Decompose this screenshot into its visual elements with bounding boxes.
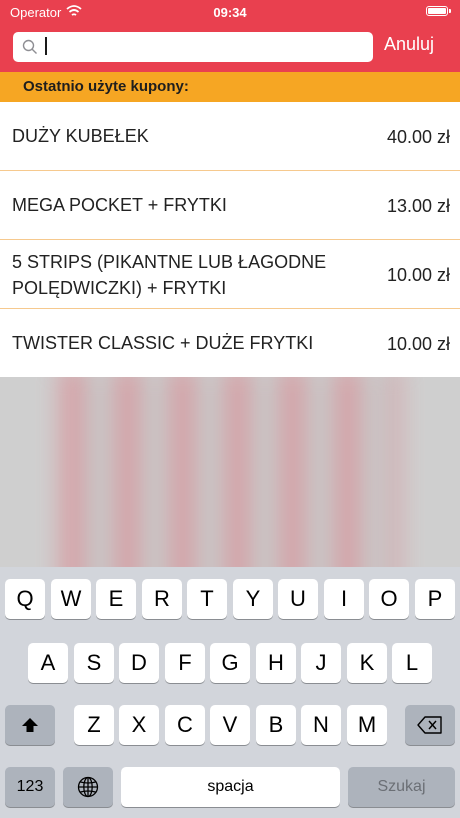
coupon-price: 40.00 zł: [386, 127, 450, 147]
key-n[interactable]: N: [301, 705, 341, 745]
key-a[interactable]: A: [28, 643, 68, 683]
recent-coupons-header: Ostatnio użyte kupony:: [0, 72, 460, 102]
popcorn-background-image: [0, 377, 460, 567]
coupon-name: MEGA POCKET + FRYTKI: [12, 195, 227, 215]
keyboard: Q W E R T Y U I O P A S D F G H J K L Z …: [0, 567, 460, 818]
key-r[interactable]: R: [142, 579, 182, 619]
coupon-price: 13.00 zł: [386, 196, 450, 216]
shift-key[interactable]: [5, 705, 55, 745]
key-k[interactable]: K: [347, 643, 387, 683]
key-o[interactable]: O: [369, 579, 409, 619]
cancel-button[interactable]: Anuluj: [384, 34, 434, 55]
key-c[interactable]: C: [165, 705, 205, 745]
key-w[interactable]: W: [51, 579, 91, 619]
key-q[interactable]: Q: [5, 579, 45, 619]
key-t[interactable]: T: [187, 579, 227, 619]
popcorn-stripes: [60, 377, 400, 567]
key-s[interactable]: S: [74, 643, 114, 683]
key-b[interactable]: B: [256, 705, 296, 745]
key-j[interactable]: J: [301, 643, 341, 683]
coupon-row[interactable]: 5 STRIPS (PIKANTNE LUB ŁAGODNE POLĘDWICZ…: [0, 240, 460, 309]
coupon-name: TWISTER CLASSIC + DUŻE FRYTKI: [12, 333, 314, 353]
key-u[interactable]: U: [278, 579, 318, 619]
search-input[interactable]: [45, 36, 369, 60]
header-bar: Operator 09:34 Anuluj: [0, 0, 460, 72]
coupon-row[interactable]: TWISTER CLASSIC + DUŻE FRYTKI 10.00 zł: [0, 309, 460, 377]
key-g[interactable]: G: [210, 643, 250, 683]
space-key[interactable]: spacja: [121, 767, 340, 807]
key-x[interactable]: X: [119, 705, 159, 745]
coupon-name: DUŻY KUBEŁEK: [12, 126, 149, 146]
coupon-price: 10.00 zł: [386, 334, 450, 354]
text-caret: [45, 37, 47, 55]
key-z[interactable]: Z: [74, 705, 114, 745]
key-e[interactable]: E: [96, 579, 136, 619]
key-y[interactable]: Y: [233, 579, 273, 619]
key-v[interactable]: V: [210, 705, 250, 745]
backspace-key[interactable]: [405, 705, 455, 745]
key-i[interactable]: I: [324, 579, 364, 619]
numbers-key[interactable]: 123: [5, 767, 55, 807]
coupon-list: DUŻY KUBEŁEK 40.00 zł MEGA POCKET + FRYT…: [0, 102, 460, 377]
shift-icon: [22, 718, 38, 732]
key-p[interactable]: P: [415, 579, 455, 619]
status-time: 09:34: [213, 5, 247, 20]
search-icon: [22, 39, 37, 54]
battery-icon: [426, 6, 451, 16]
coupon-name: 5 STRIPS (PIKANTNE LUB ŁAGODNE POLĘDWICZ…: [12, 252, 327, 298]
coupon-price: 10.00 zł: [386, 265, 450, 285]
key-d[interactable]: D: [119, 643, 159, 683]
globe-key[interactable]: [63, 767, 113, 807]
key-f[interactable]: F: [165, 643, 205, 683]
coupon-row[interactable]: DUŻY KUBEŁEK 40.00 zł: [0, 102, 460, 171]
section-title: Ostatnio użyte kupony:: [23, 78, 189, 95]
globe-icon: [77, 776, 99, 798]
key-h[interactable]: H: [256, 643, 296, 683]
search-box[interactable]: [13, 32, 373, 62]
backspace-icon: [417, 716, 442, 734]
search-key[interactable]: Szukaj: [348, 767, 455, 807]
key-l[interactable]: L: [392, 643, 432, 683]
status-bar: Operator 09:34: [0, 0, 460, 24]
key-m[interactable]: M: [347, 705, 387, 745]
coupon-row[interactable]: MEGA POCKET + FRYTKI 13.00 zł: [0, 171, 460, 240]
